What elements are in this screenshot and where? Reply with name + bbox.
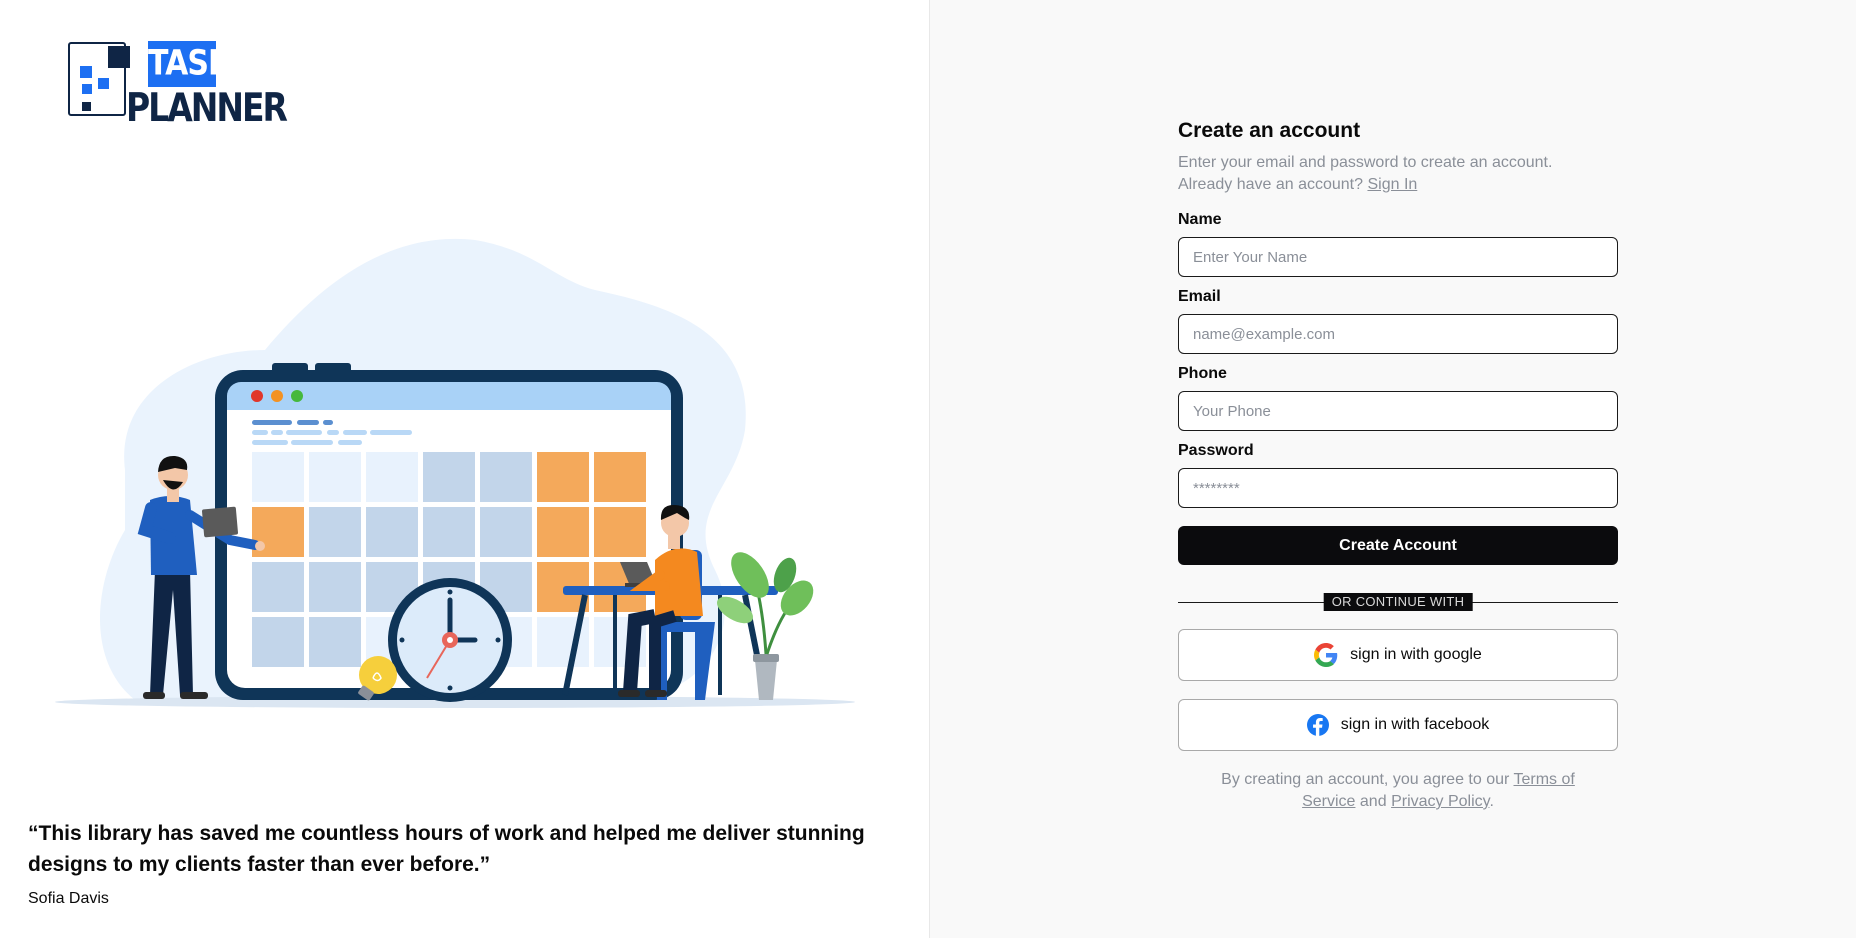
facebook-signin-button[interactable]: sign in with facebook bbox=[1178, 699, 1618, 751]
window-dot-red bbox=[251, 390, 263, 402]
logo-mark bbox=[68, 42, 130, 116]
facebook-icon bbox=[1306, 714, 1329, 736]
testimonial-author: Sofia Davis bbox=[28, 890, 109, 907]
email-label: Email bbox=[1178, 288, 1221, 305]
privacy-policy-link[interactable]: Privacy Policy bbox=[1391, 793, 1489, 810]
password-label: Password bbox=[1178, 442, 1254, 459]
form-subtitle-line2: Already have an account? bbox=[1178, 176, 1364, 193]
name-field-group: Name bbox=[1178, 210, 1618, 277]
terms-prefix: By creating an account, you agree to our bbox=[1221, 771, 1510, 788]
terms-notice: By creating an account, you agree to our… bbox=[1178, 769, 1618, 813]
hero-panel: TASK PLANNER “This library has saved me … bbox=[0, 0, 929, 938]
create-account-button[interactable]: Create Account bbox=[1178, 526, 1618, 565]
email-input[interactable] bbox=[1178, 314, 1618, 354]
signup-form: Create an account Enter your email and p… bbox=[1178, 116, 1618, 813]
name-label: Name bbox=[1178, 211, 1222, 228]
form-subtitle-line1: Enter your email and password to create … bbox=[1178, 154, 1553, 171]
email-field-group: Email bbox=[1178, 287, 1618, 354]
sign-in-link[interactable]: Sign In bbox=[1367, 176, 1417, 193]
phone-field-group: Phone bbox=[1178, 364, 1618, 431]
name-input[interactable] bbox=[1178, 237, 1618, 277]
logo-word-planner: PLANNER bbox=[126, 84, 288, 131]
facebook-signin-label: sign in with facebook bbox=[1340, 716, 1490, 733]
google-icon bbox=[1314, 643, 1338, 667]
google-signin-button[interactable]: sign in with google bbox=[1178, 629, 1618, 681]
terms-and: and bbox=[1359, 793, 1387, 810]
testimonial-quote: “This library has saved me countless hou… bbox=[28, 822, 865, 876]
divider-text: OR CONTINUE WITH bbox=[1323, 593, 1473, 611]
task-planner-logo[interactable]: TASK PLANNER bbox=[68, 41, 288, 131]
signup-panel: Create an account Enter your email and p… bbox=[929, 0, 1856, 938]
google-signin-label: sign in with google bbox=[1350, 646, 1482, 663]
password-field-group: Password bbox=[1178, 441, 1618, 508]
logo-word-task: TASK bbox=[148, 41, 231, 87]
phone-input[interactable] bbox=[1178, 391, 1618, 431]
phone-label: Phone bbox=[1178, 365, 1227, 382]
form-subtitle: Enter your email and password to create … bbox=[1178, 152, 1618, 196]
terms-suffix: . bbox=[1489, 793, 1494, 810]
window-dot-orange bbox=[271, 390, 283, 402]
clock-icon bbox=[388, 578, 512, 702]
password-input[interactable] bbox=[1178, 468, 1618, 508]
or-continue-divider: OR CONTINUE WITH bbox=[1178, 593, 1618, 611]
plant-icon bbox=[716, 552, 814, 700]
window-dot-green bbox=[291, 390, 303, 402]
task-planner-illustration bbox=[55, 238, 855, 708]
form-title: Create an account bbox=[1178, 119, 1361, 142]
